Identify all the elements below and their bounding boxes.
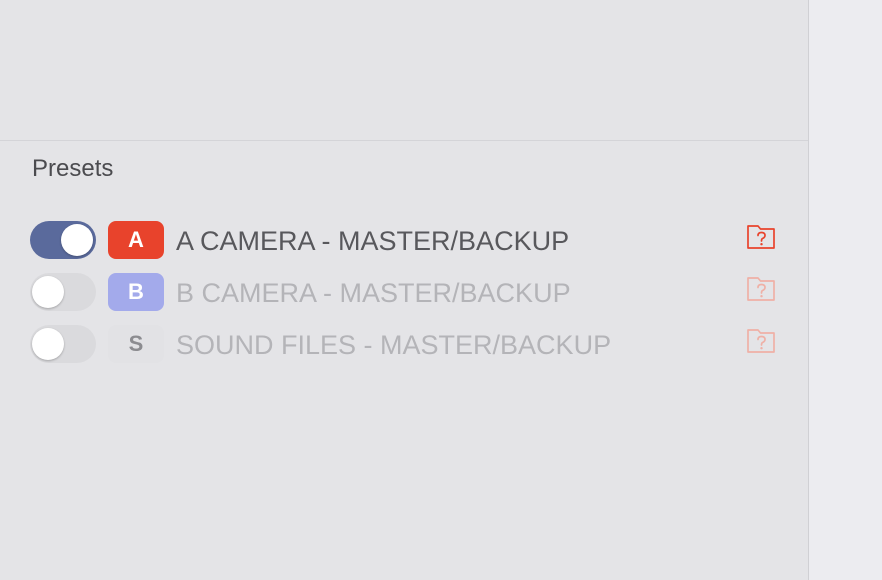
- preset-badge: S: [108, 325, 164, 363]
- presets-title: Presets: [32, 155, 114, 182]
- top-area: [0, 0, 808, 140]
- preset-label[interactable]: SOUND FILES - MASTER/BACKUP: [176, 328, 611, 362]
- toggle-knob: [32, 276, 64, 308]
- divider: [0, 140, 808, 141]
- preset-badge: A: [108, 221, 164, 259]
- folder-question-icon[interactable]: [746, 222, 778, 252]
- folder-question-icon[interactable]: [746, 274, 778, 304]
- preset-row: A A CAMERA - MASTER/BACKUP: [30, 220, 790, 260]
- right-panel: [808, 0, 882, 580]
- toggle-knob: [32, 328, 64, 360]
- main-panel: Presets A A CAMERA - MASTER/BACKUP B B C…: [0, 0, 808, 580]
- preset-toggle[interactable]: [30, 221, 96, 259]
- toggle-knob: [61, 224, 93, 256]
- preset-toggle[interactable]: [30, 325, 96, 363]
- preset-toggle[interactable]: [30, 273, 96, 311]
- preset-row: S SOUND FILES - MASTER/BACKUP: [30, 324, 790, 364]
- preset-row: B B CAMERA - MASTER/BACKUP: [30, 272, 790, 312]
- folder-question-icon[interactable]: [746, 326, 778, 356]
- preset-badge: B: [108, 273, 164, 311]
- preset-label[interactable]: B CAMERA - MASTER/BACKUP: [176, 276, 571, 310]
- preset-label[interactable]: A CAMERA - MASTER/BACKUP: [176, 224, 569, 258]
